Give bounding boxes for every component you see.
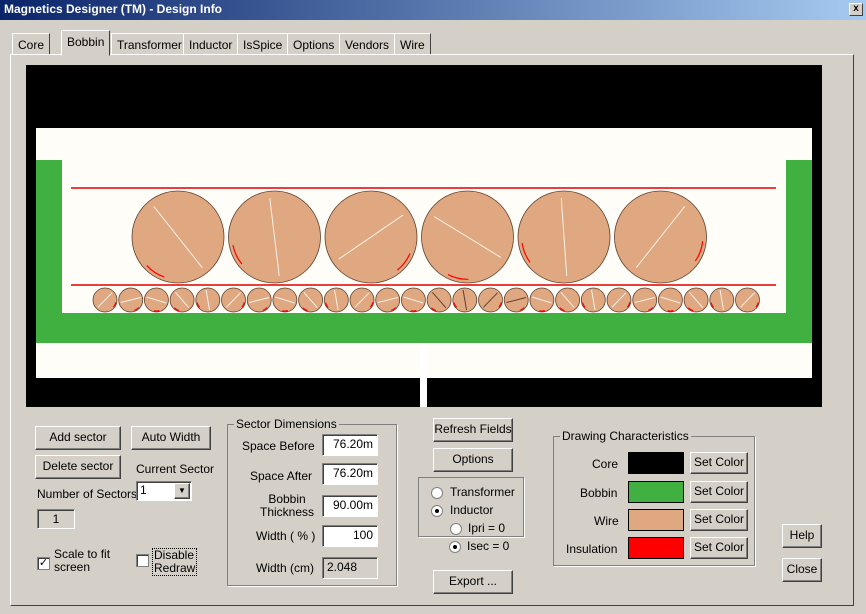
wire-color-swatch bbox=[628, 509, 684, 531]
tab-isspice[interactable]: IsSpice bbox=[237, 33, 289, 55]
options-button[interactable]: Options bbox=[433, 448, 513, 472]
wire-turn bbox=[118, 287, 144, 313]
wire-turn bbox=[503, 287, 529, 313]
wire-turn bbox=[298, 287, 324, 313]
tab-vendors[interactable]: Vendors bbox=[339, 33, 396, 55]
bobbin-set-color-button[interactable]: Set Color bbox=[690, 481, 748, 503]
wire-turn bbox=[478, 287, 503, 313]
chevron-down-icon[interactable]: ▼ bbox=[174, 483, 190, 499]
width-cm-field: 2.048 bbox=[322, 557, 378, 579]
wire-turn bbox=[195, 287, 221, 313]
scale-to-fit-checkbox[interactable]: ✓ bbox=[37, 557, 50, 570]
isec-label: Isec = 0 bbox=[467, 539, 510, 553]
wire-turn bbox=[143, 287, 169, 313]
wire-turn bbox=[683, 287, 709, 313]
core-color-label: Core bbox=[592, 457, 619, 471]
tab-bobbin[interactable]: Bobbin bbox=[61, 30, 111, 56]
space-after-label: Space After bbox=[250, 469, 313, 483]
scale-to-fit-label: Scale to fit screen bbox=[54, 547, 111, 574]
disable-redraw-label: Disable Redraw bbox=[152, 548, 198, 576]
refresh-fields-button[interactable]: Refresh Fields bbox=[433, 418, 513, 442]
wire-turn bbox=[735, 287, 760, 313]
wire-turn bbox=[421, 190, 514, 284]
number-of-sectors-field: 1 bbox=[37, 509, 75, 529]
auto-width-button[interactable]: Auto Width bbox=[131, 426, 211, 450]
wire-turn bbox=[614, 190, 707, 284]
insulation-color-label: Insulation bbox=[566, 542, 618, 556]
delete-sector-button[interactable]: Delete sector bbox=[35, 455, 121, 479]
space-before-label: Space Before bbox=[242, 439, 315, 453]
wire-turn bbox=[529, 287, 555, 313]
width-percent-label: Width ( % ) bbox=[256, 529, 316, 543]
isec-radio[interactable] bbox=[449, 541, 461, 553]
export-button[interactable]: Export ... bbox=[433, 570, 513, 594]
core-color-swatch bbox=[628, 452, 684, 474]
tab-inductor[interactable]: Inductor bbox=[183, 33, 239, 55]
wire-turn bbox=[272, 287, 298, 313]
width-percent-input[interactable]: 100 bbox=[322, 525, 378, 547]
core-set-color-button[interactable]: Set Color bbox=[690, 452, 748, 474]
ipri-radio[interactable] bbox=[450, 523, 462, 535]
transformer-label: Transformer bbox=[450, 485, 515, 499]
insulation-color-swatch bbox=[628, 537, 684, 559]
wire-turn bbox=[246, 287, 272, 313]
sector-dimensions-title: Sector Dimensions bbox=[234, 417, 339, 431]
wire-turn bbox=[426, 287, 452, 313]
wire-turn bbox=[92, 287, 118, 313]
title-bar: Magnetics Designer (TM) - Design Info x bbox=[0, 0, 866, 20]
wire-turn bbox=[517, 190, 611, 284]
current-sector-label: Current Sector bbox=[136, 462, 215, 476]
inductor-radio[interactable] bbox=[431, 505, 443, 517]
insulation-set-color-button[interactable]: Set Color bbox=[690, 537, 748, 559]
inductor-label: Inductor bbox=[450, 503, 494, 517]
wire-turn bbox=[375, 287, 401, 313]
close-button[interactable]: Close bbox=[782, 558, 822, 582]
wire-color-label: Wire bbox=[594, 514, 619, 528]
close-icon[interactable]: x bbox=[849, 3, 863, 16]
wire-turn bbox=[323, 287, 349, 313]
bobbin-base bbox=[36, 313, 812, 343]
tab-transformer[interactable]: Transformer bbox=[111, 33, 188, 55]
number-of-sectors-label: Number of Sectors bbox=[37, 487, 138, 501]
wire-turn bbox=[632, 287, 658, 313]
space-before-input[interactable]: 76.20m bbox=[322, 434, 378, 456]
current-sector-select[interactable]: 1 ▼ bbox=[136, 481, 192, 501]
tab-options[interactable]: Options bbox=[287, 33, 341, 55]
wire-turn bbox=[658, 287, 683, 313]
wire-turn bbox=[400, 287, 426, 313]
disable-redraw-checkbox[interactable] bbox=[136, 554, 149, 567]
bobbin-thickness-input[interactable]: 90.00m bbox=[322, 495, 378, 517]
wire-turn bbox=[555, 287, 580, 313]
window-title: Magnetics Designer (TM) - Design Info bbox=[4, 2, 223, 16]
wire-turn bbox=[221, 287, 246, 313]
mode-group: Transformer Inductor Ipri = 0 bbox=[418, 477, 524, 537]
wire-turn bbox=[324, 190, 418, 284]
ipri-label: Ipri = 0 bbox=[468, 521, 506, 535]
bobbin-color-label: Bobbin bbox=[580, 486, 618, 500]
tab-core[interactable]: Core bbox=[12, 33, 51, 55]
help-button[interactable]: Help bbox=[782, 524, 822, 548]
wire-turn bbox=[349, 287, 375, 313]
bobbin-thickness-label: Bobbin Thickness bbox=[260, 492, 315, 519]
wire-set-color-button[interactable]: Set Color bbox=[690, 509, 748, 531]
tab-wire[interactable]: Wire bbox=[394, 33, 431, 55]
wire-turn bbox=[606, 287, 632, 313]
drawing-characteristics-title: Drawing Characteristics bbox=[560, 429, 691, 443]
space-after-input[interactable]: 76.20m bbox=[322, 463, 378, 485]
wire-turn bbox=[580, 287, 606, 313]
core-gap bbox=[420, 343, 427, 407]
wire-turn bbox=[131, 190, 225, 284]
transformer-radio[interactable] bbox=[431, 487, 443, 499]
bobbin-canvas bbox=[26, 65, 822, 407]
bobbin-color-swatch bbox=[628, 481, 684, 503]
sector-dimensions-group: Sector Dimensions Space Before 76.20m Sp… bbox=[227, 417, 397, 586]
wire-turn bbox=[709, 287, 735, 313]
wire-turn bbox=[169, 287, 195, 313]
current-sector-value: 1 bbox=[140, 483, 147, 497]
width-cm-label: Width (cm) bbox=[256, 561, 314, 575]
drawing-characteristics-group: Drawing Characteristics Core Set Color B… bbox=[553, 429, 755, 566]
add-sector-button[interactable]: Add sector bbox=[35, 426, 121, 450]
wire-turn bbox=[452, 287, 478, 313]
wire-turn bbox=[228, 190, 321, 284]
